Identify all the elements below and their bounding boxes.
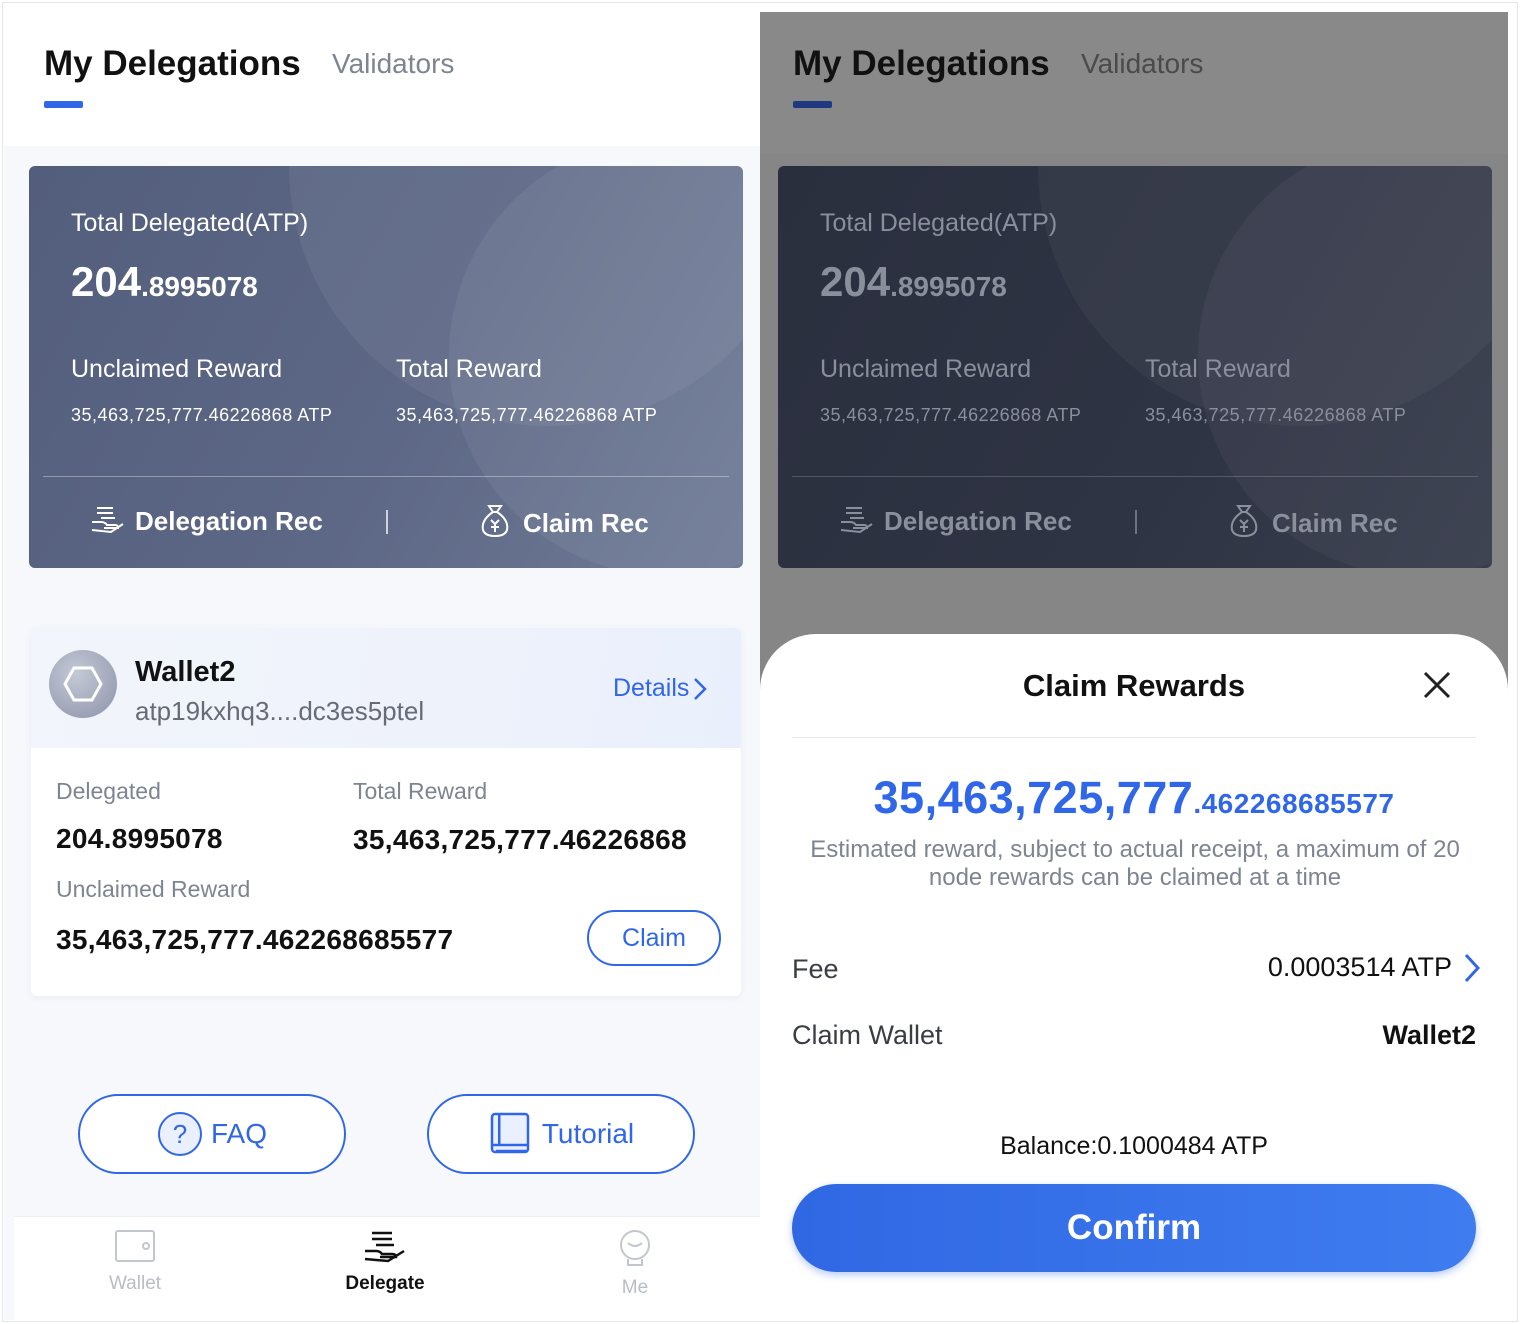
delegation-rec-button: Delegation Rec [838,502,1072,541]
tab-my-delegations[interactable]: My Delegations [44,44,301,84]
fee-selector[interactable]: 0.0003514 ATP [1268,952,1480,983]
divider [43,476,729,477]
chevron-right-icon [1464,953,1480,982]
hand-coins-icon [838,502,874,541]
total-delegated-value: 204.8995078 [820,258,1007,305]
delegation-summary-card: Total Delegated(ATP) 204.8995078 Unclaim… [29,166,743,568]
delegated-label: Delegated [56,778,161,804]
claim-amount: 35,463,725,777.462268685577 [873,772,1395,823]
total-delegated-value: 204.8995078 [71,258,258,305]
delegated-value: 204.8995078 [56,823,223,854]
person-icon [620,1230,650,1266]
delegation-rec-button[interactable]: Delegation Rec [89,502,323,541]
screenshot-canvas: My Delegations Validators Total Delegate… [0,0,1520,1324]
bottom-navigation: Wallet Delegate Me [14,1216,760,1320]
claim-wallet-label: Claim Wallet [792,1020,943,1050]
total-delegated-label: Total Delegated(ATP) [820,209,1058,237]
fee-label: Fee [792,954,839,984]
faq-button[interactable]: ? FAQ [78,1094,346,1174]
hand-coins-icon [89,502,125,541]
unclaimed-reward-label: Unclaimed Reward [56,876,251,902]
unclaimed-reward-label: Unclaimed Reward [71,355,283,383]
close-icon [1423,671,1451,699]
book-icon [490,1112,530,1154]
money-bag-icon [1226,502,1262,545]
tutorial-button[interactable]: Tutorial [427,1094,695,1174]
unclaimed-reward-label: Unclaimed Reward [820,355,1032,383]
divider [792,476,1478,477]
wallet-delegation-card: Wallet2 atp19kxhq3....dc3es5ptel Details… [31,628,741,996]
wallet-address: atp19kxhq3....dc3es5ptel [135,696,425,726]
wallet-icon [115,1230,155,1262]
claim-rewards-screen: My Delegations Validators Total Delegate… [760,12,1508,1320]
balance-text: Balance:0.1000484 ATP [1000,1132,1268,1160]
sheet-title: Claim Rewards [1022,668,1246,703]
total-delegated-label: Total Delegated(ATP) [71,209,309,237]
wallet-avatar [49,650,117,718]
tab-validators[interactable]: Validators [332,48,454,80]
close-button[interactable] [1420,668,1454,702]
question-circle-icon: ? [157,1112,202,1156]
hexagon-icon [63,666,103,702]
tab-validators: Validators [1081,48,1204,79]
total-reward-value: 35,463,725,777.46226868 [353,824,687,855]
claim-wallet-value: Wallet2 [1382,1020,1476,1050]
link-separator [1135,510,1137,534]
money-bag-icon [477,502,513,545]
nav-me[interactable]: Me [555,1229,715,1299]
claim-button[interactable]: Claim [587,910,721,966]
delegate-icon [364,1231,405,1263]
chevron-right-icon [694,677,708,700]
claim-rec-button: Claim Rec [1226,502,1398,545]
total-reward-value: 35,463,725,777.46226868 ATP [396,405,658,425]
link-separator [386,510,388,534]
fee-value: 0.0003514 ATP [1267,952,1452,982]
total-reward-label: Total Reward [353,778,488,804]
dimmed-header: My Delegations Validators [760,12,1508,154]
active-tab-indicator [44,101,83,108]
svg-text:?: ? [173,1119,187,1149]
confirm-button[interactable]: Confirm [792,1184,1476,1272]
estimated-reward-note: Estimated reward, subject to actual rece… [810,836,1460,891]
nav-delegate[interactable]: Delegate [305,1229,465,1295]
active-tab-indicator [793,101,832,108]
total-reward-value: 35,463,725,777.46226868 ATP [1145,405,1407,425]
claim-rec-button[interactable]: Claim Rec [477,502,649,545]
header: My Delegations Validators [4,4,760,146]
delegation-summary-card: Total Delegated(ATP) 204.8995078 Unclaim… [778,166,1492,568]
details-link[interactable]: Details [613,674,708,703]
wallet-card-header: Wallet2 atp19kxhq3....dc3es5ptel Details [31,628,741,748]
divider [792,737,1476,738]
wallet-name: Wallet2 [135,656,236,688]
unclaimed-reward-value: 35,463,725,777.46226868 ATP [820,405,1082,425]
total-reward-label: Total Reward [396,355,542,383]
delegations-screen: My Delegations Validators Total Delegate… [4,4,760,1320]
nav-wallet[interactable]: Wallet [55,1229,215,1295]
tab-my-delegations: My Delegations [793,44,1050,83]
total-reward-label: Total Reward [1145,355,1291,383]
unclaimed-reward-value: 35,463,725,777.46226868 ATP [71,405,333,425]
claim-rewards-sheet: Claim Rewards 35,463,725,777.46226868557… [760,634,1508,1320]
unclaimed-reward-value: 35,463,725,777.462268685577 [56,924,454,955]
